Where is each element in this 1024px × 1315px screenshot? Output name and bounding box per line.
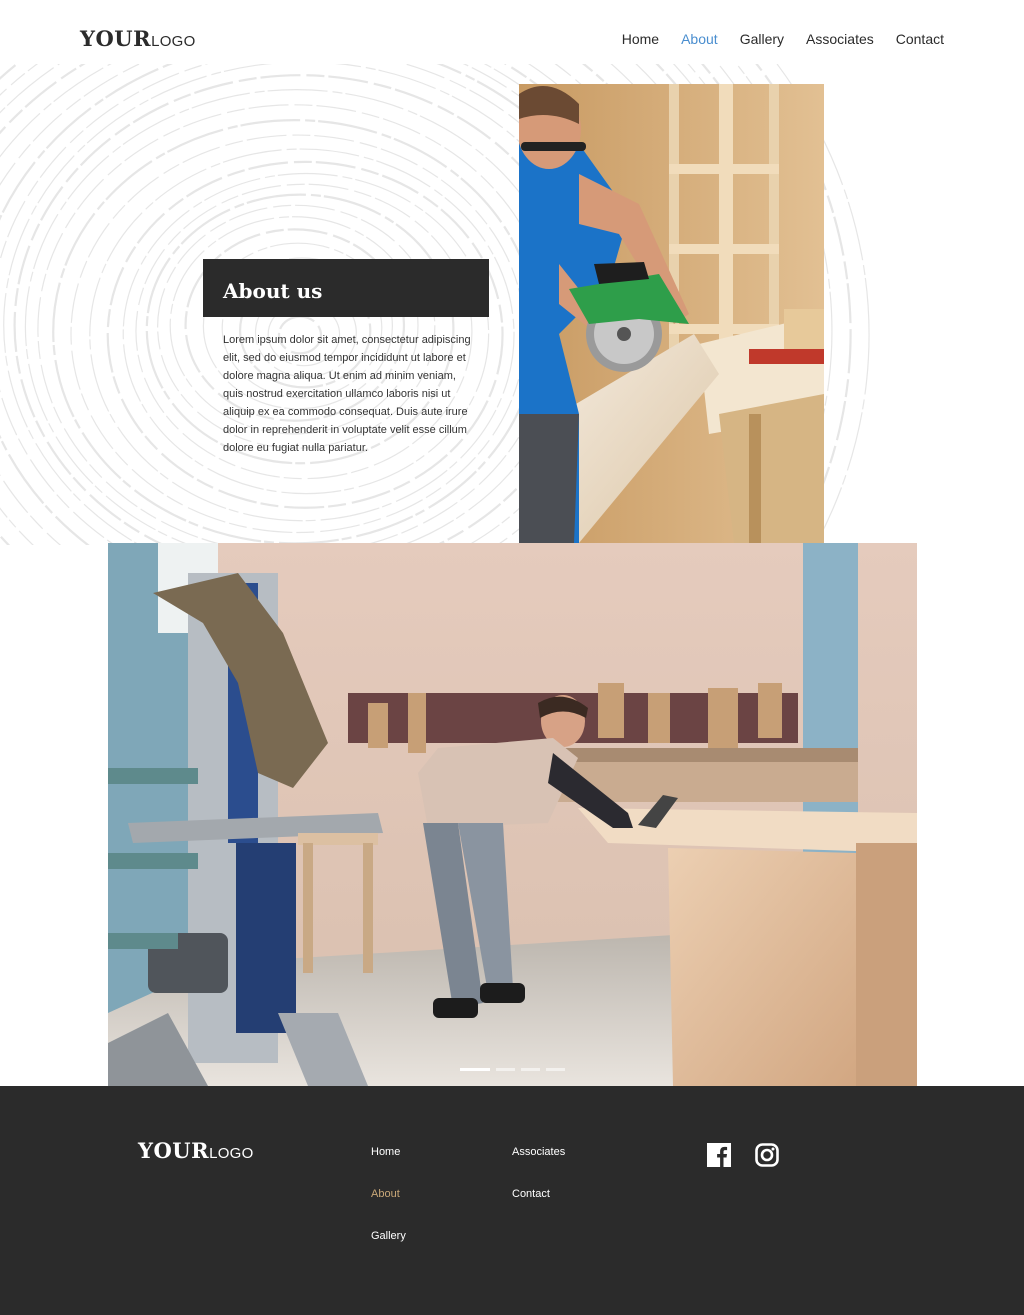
nav-associates[interactable]: Associates [806,31,874,47]
slider-dot-2[interactable] [496,1068,515,1071]
nav-contact[interactable]: Contact [896,31,944,47]
slider-dot-1[interactable] [460,1068,490,1071]
about-body-text: Lorem ipsum dolor sit amet, consectetur … [223,334,471,454]
slider-dot-4[interactable] [546,1068,565,1071]
about-title-box: About us [203,259,489,317]
woodgrain-background [0,0,1024,545]
site-header: YOURLOGO Home About Gallery Associates C… [0,0,1024,64]
about-title: About us [223,279,323,303]
footer-link-home[interactable]: Home [371,1146,400,1158]
footer-link-gallery[interactable]: Gallery [371,1230,406,1242]
carpenter-saw-photo [519,84,824,543]
nav-gallery[interactable]: Gallery [740,31,784,47]
nav-about[interactable]: About [681,31,718,47]
footer-link-about[interactable]: About [371,1188,400,1200]
slider-indicators [460,1068,565,1071]
logo-light-text: LOGO [151,33,196,50]
footer-logo-light-text: LOGO [209,1145,254,1162]
facebook-icon[interactable] [707,1143,731,1167]
footer-logo[interactable]: YOURLOGO [138,1138,254,1164]
footer-logo-strong-text: YOUR [138,1138,210,1163]
workshop-photo [108,543,917,1086]
slider-dot-3[interactable] [521,1068,540,1071]
footer-link-contact[interactable]: Contact [512,1188,550,1200]
main-nav: Home About Gallery Associates Contact [622,31,944,47]
logo-strong-text: YOUR [80,26,152,51]
header-logo[interactable]: YOURLOGO [80,26,196,52]
site-footer: YOURLOGO Home About Gallery Associates C… [0,1086,1024,1315]
instagram-icon[interactable] [755,1143,779,1167]
footer-link-associates[interactable]: Associates [512,1146,565,1158]
nav-home[interactable]: Home [622,31,659,47]
about-body-box: Lorem ipsum dolor sit amet, consectetur … [203,317,489,495]
